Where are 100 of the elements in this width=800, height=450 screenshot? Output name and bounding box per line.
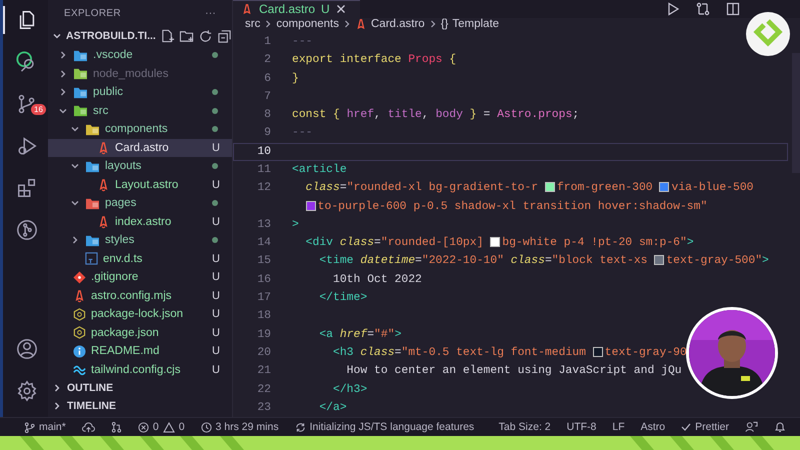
line-number: 13: [256, 218, 271, 231]
line-number: 22: [256, 384, 271, 396]
panel-section-header[interactable]: TIMELINE: [48, 397, 232, 415]
account-icon[interactable]: [16, 338, 38, 360]
wave-icon: [73, 363, 86, 376]
code-line: class="rounded-xl bg-gradient-to-r from-green-300 via-blue-500: [304, 182, 754, 194]
refresh-icon[interactable]: [198, 28, 213, 44]
notification-badge: 16: [31, 104, 46, 115]
notifications-icon[interactable]: [774, 421, 786, 433]
pull-request-icon[interactable]: [110, 421, 122, 433]
file-tree-item[interactable]: tailwind.config.cjs U: [48, 360, 232, 379]
branch-icon: [24, 422, 35, 432]
git-status-label: U: [212, 326, 220, 339]
file-tree-item[interactable]: Layout.astro U: [48, 176, 232, 194]
rocket-icon: [97, 178, 110, 192]
file-tree-item[interactable]: public: [48, 83, 232, 102]
line-number: 11: [256, 164, 271, 176]
more-actions-button[interactable]: ···: [205, 8, 216, 19]
line-number: 21: [256, 365, 271, 378]
breadcrumb-item[interactable]: Template: [452, 18, 500, 30]
settings-icon[interactable]: [16, 380, 38, 402]
status-item[interactable]: Astro: [640, 421, 666, 433]
run-icon[interactable]: [666, 2, 680, 16]
line-number: 15: [256, 255, 271, 268]
code-line: </time>: [318, 292, 368, 304]
breadcrumb-item[interactable]: Card.astro: [371, 18, 425, 30]
file-tree-item[interactable]: index.astro U: [48, 212, 232, 231]
git-status-label: U: [212, 308, 220, 320]
line-number: 2: [263, 54, 271, 66]
code-line: <div class="rounded-[10px] bg-white p-4 !pt-20 sm:p-6">: [304, 237, 694, 250]
file-tree-item[interactable]: README.md U: [48, 342, 232, 360]
git-status-label: U: [212, 178, 220, 191]
breadcrumb-item[interactable]: src: [245, 18, 260, 30]
code-line: >: [292, 218, 299, 231]
code-line: to-purple-600 p-0.5 shadow-xl transition hover:shadow-sm": [292, 200, 708, 213]
new-folder-icon[interactable]: [179, 28, 194, 44]
file-tree-item[interactable]: src: [48, 102, 232, 120]
code-line: }: [292, 72, 299, 84]
status-item[interactable]: Tab Size: 2: [498, 421, 551, 433]
graph-icon[interactable]: [16, 219, 38, 241]
code-line: ---: [292, 127, 313, 140]
branch-status[interactable]: main*: [24, 421, 66, 433]
workspace-folder-name[interactable]: ASTROBUILD.TI...: [66, 30, 156, 42]
split-editor-icon[interactable]: [726, 2, 740, 16]
file-tree-item[interactable]: .gitignore U: [48, 268, 232, 286]
language-server-status[interactable]: Initializing JS/TS language features: [294, 421, 474, 433]
file-tree-item[interactable]: pages: [48, 194, 232, 212]
line-number: 7: [263, 90, 271, 103]
line-number: 10: [256, 146, 271, 158]
line-number: 19: [256, 328, 271, 341]
file-tree-item[interactable]: astro.config.mjs U: [48, 286, 232, 305]
cloud-upload-icon[interactable]: [82, 422, 95, 432]
json-file-icon: [73, 326, 86, 340]
line-number: 12: [256, 182, 271, 194]
breadcrumb-item[interactable]: components: [276, 18, 339, 30]
time-tracker-status[interactable]: 3 hrs 29 mins: [200, 421, 279, 433]
code-line: const { href, title, body } = Astro.props;: [292, 109, 580, 122]
file-tree-item[interactable]: styles: [48, 231, 232, 250]
problems-status[interactable]: 0 0: [138, 421, 185, 433]
feedback-icon[interactable]: [745, 421, 758, 433]
line-number: 16: [256, 274, 271, 286]
file-tree-item[interactable]: .vscode: [48, 46, 232, 64]
file-tree-item[interactable]: components: [48, 120, 232, 138]
formatter-status[interactable]: Prettier: [681, 421, 729, 433]
extensions-icon[interactable]: [16, 177, 38, 199]
line-number: 18: [256, 310, 271, 322]
line-number: 23: [256, 402, 271, 414]
symbol-icon: {}: [440, 18, 448, 30]
status-item[interactable]: UTF-8: [566, 421, 596, 433]
status-item[interactable]: LF: [612, 421, 625, 433]
error-icon: [138, 422, 149, 432]
file-tree-item[interactable]: layouts: [48, 157, 232, 176]
line-number: 9: [263, 127, 271, 140]
rocket-icon: [97, 140, 110, 155]
file-tree-item[interactable]: env.d.ts U: [48, 250, 232, 268]
code-line: How to center an element using JavaScript and jQu: [346, 365, 682, 378]
chevron-icon: [264, 19, 272, 30]
chevron-icon: [428, 19, 437, 30]
logo-icon: [745, 11, 791, 57]
rocket-icon: [73, 288, 86, 303]
code-line: <a href="#">: [318, 328, 402, 341]
line-number: 20: [256, 346, 271, 359]
code-line: <time datetime="2022-10-10" class="block text-xs text-gray-500">: [318, 255, 769, 268]
panel-section-header[interactable]: OUTLINE: [48, 379, 232, 397]
rocket-icon: [355, 18, 367, 31]
compare-changes-icon[interactable]: [696, 2, 710, 16]
code-line: </a>: [318, 402, 347, 414]
code-line: ---: [292, 36, 313, 48]
collapse-all-icon[interactable]: [217, 28, 232, 44]
new-file-icon[interactable]: [160, 28, 175, 44]
git-status-label: U: [212, 271, 220, 284]
file-tree-item[interactable]: Card.astro U: [48, 138, 232, 157]
file-tree-item[interactable]: package-lock.json U: [48, 305, 232, 324]
file-tree-item[interactable]: package.json U: [48, 324, 232, 342]
run-debug-icon[interactable]: [16, 135, 38, 157]
editor-tab[interactable]: Card.astro U: [233, 0, 360, 18]
code-line: </h3>: [332, 384, 368, 396]
line-number: 1: [263, 36, 271, 48]
warning-icon: [162, 422, 175, 432]
close-icon[interactable]: [336, 4, 346, 14]
